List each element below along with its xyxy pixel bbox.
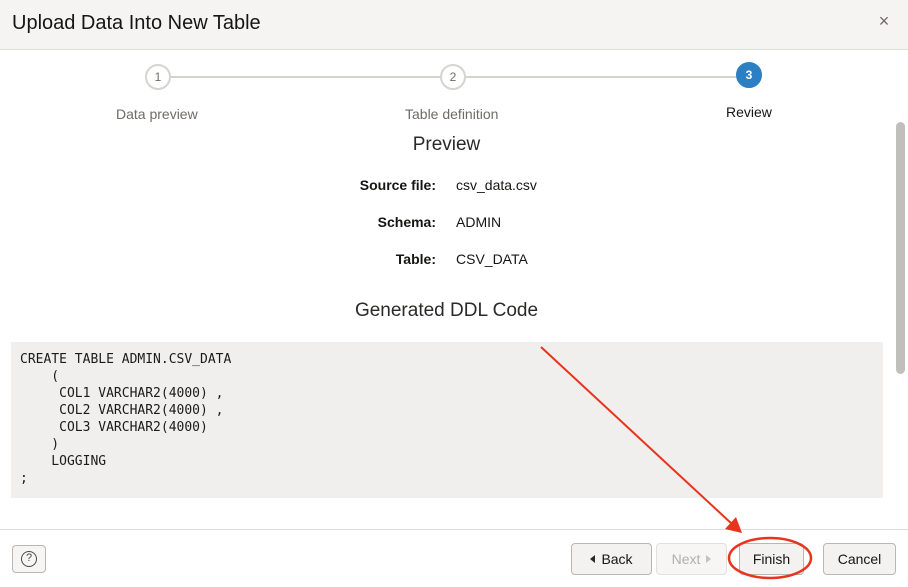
ddl-line: ;: [20, 471, 28, 486]
step-2-indicator[interactable]: 2: [440, 64, 466, 90]
step-connector: [466, 76, 736, 78]
close-icon[interactable]: ×: [874, 11, 894, 31]
ddl-line: ): [20, 437, 60, 452]
table-label: Table:: [395, 251, 436, 267]
source-file-label: Source file:: [359, 177, 436, 193]
step-1-indicator[interactable]: 1: [145, 64, 171, 90]
dialog-title: Upload Data Into New Table: [12, 12, 261, 34]
next-button-label: Next: [671, 551, 701, 567]
schema-value: ADMIN: [456, 214, 502, 230]
ddl-line: COL3 VARCHAR2(4000): [20, 420, 208, 435]
finish-button-label: Finish: [752, 551, 791, 567]
step-3-label: Review: [726, 104, 772, 120]
ddl-code-block[interactable]: CREATE TABLE ADMIN.CSV_DATA ( COL1 VARCH…: [11, 342, 883, 498]
chevron-left-icon: [590, 555, 596, 563]
step-1-label[interactable]: Data preview: [116, 106, 198, 122]
finish-button[interactable]: Finish: [739, 543, 804, 575]
table-value: CSV_DATA: [456, 251, 528, 267]
ddl-line: CREATE TABLE ADMIN.CSV_DATA: [20, 352, 232, 367]
ddl-heading: Generated DDL Code: [354, 300, 539, 321]
step-3-indicator: 3: [736, 62, 762, 88]
dialog-header: Upload Data Into New Table ×: [0, 0, 908, 50]
back-button[interactable]: Back: [571, 543, 652, 575]
help-button[interactable]: ?: [12, 545, 46, 573]
next-button[interactable]: Next: [656, 543, 727, 575]
chevron-right-icon: [706, 555, 712, 563]
vertical-scrollbar[interactable]: [896, 122, 905, 374]
ddl-line: LOGGING: [20, 454, 107, 469]
step-connector: [170, 76, 440, 78]
schema-label: Schema:: [377, 214, 436, 230]
ddl-line: (: [20, 369, 60, 384]
cancel-button-label: Cancel: [837, 551, 882, 567]
ddl-line: COL1 VARCHAR2(4000) ,: [20, 386, 224, 401]
source-file-value: csv_data.csv: [456, 177, 537, 193]
dialog-footer: ? Back Next Finish Cancel: [0, 529, 908, 587]
cancel-button[interactable]: Cancel: [823, 543, 896, 575]
preview-heading: Preview: [412, 134, 481, 155]
ddl-line: COL2 VARCHAR2(4000) ,: [20, 403, 224, 418]
help-icon: ?: [21, 551, 37, 567]
step-2-label[interactable]: Table definition: [405, 106, 498, 122]
back-button-label: Back: [601, 551, 633, 567]
